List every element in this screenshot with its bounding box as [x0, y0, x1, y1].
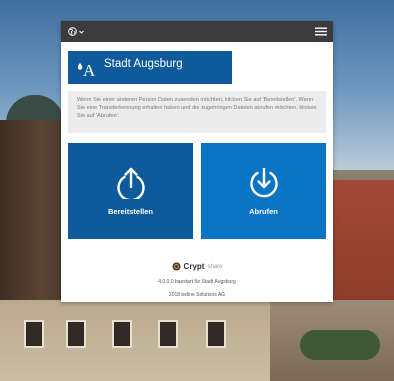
svg-text:A: A	[83, 61, 96, 80]
facade-window	[158, 320, 178, 348]
upload-label: Bereitstellen	[107, 206, 154, 216]
facade-window	[66, 320, 86, 348]
brand-name: Crypt	[183, 262, 205, 271]
version-text: 4.0.0.0 baestart für Stadt Augsburg	[158, 279, 236, 285]
augsburg-coat-of-arms-icon: A	[68, 51, 104, 84]
upload-icon	[116, 167, 145, 199]
language-selector[interactable]	[68, 27, 84, 36]
background-facade	[0, 300, 270, 381]
download-label: Abrufen	[249, 206, 278, 216]
cryptshare-icon	[171, 262, 181, 271]
cryptshare-logo: Crypt share	[61, 262, 333, 271]
logo-title: Stadt Augsburg	[104, 57, 183, 70]
stadt-augsburg-logo: A Stadt Augsburg	[68, 51, 232, 84]
globe-icon	[68, 27, 77, 36]
menu-button[interactable]	[315, 23, 327, 41]
upload-tile-bereitstellen[interactable]: Bereitstellen	[68, 143, 193, 239]
download-tile-abrufen[interactable]: Abrufen	[201, 143, 326, 239]
background-trees	[300, 330, 380, 360]
download-icon	[249, 167, 278, 197]
brand-suffix: share	[207, 263, 223, 270]
main-panel: A Stadt Augsburg Wenn Sie einer anderen …	[61, 21, 333, 302]
facade-window	[112, 320, 132, 348]
top-bar	[61, 21, 333, 42]
copyright-text: 2018 beline Solutions AG	[168, 292, 226, 298]
hamburger-icon	[315, 27, 327, 35]
chevron-down-icon	[79, 30, 84, 34]
facade-window	[206, 320, 226, 348]
instruction-text: Wenn Sie einer anderen Person Daten zuse…	[68, 91, 326, 133]
facade-window	[24, 320, 44, 348]
